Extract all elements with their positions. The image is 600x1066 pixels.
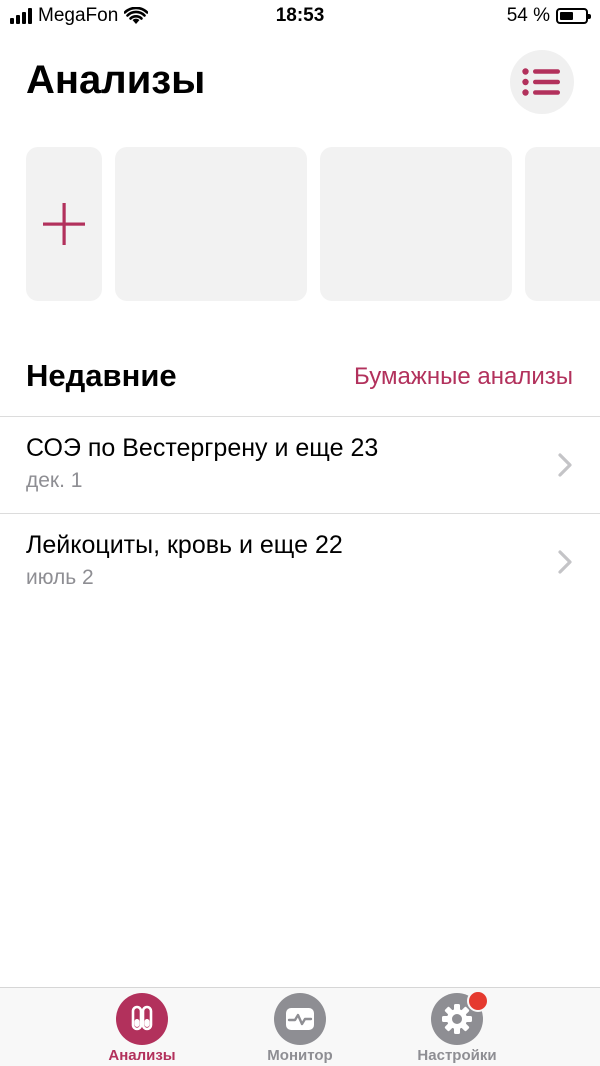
add-analysis-card[interactable]: [26, 147, 102, 301]
list-item-date: дек. 1: [26, 469, 83, 492]
battery-fill: [560, 12, 573, 20]
battery-percent: 54 %: [506, 5, 550, 26]
plus-icon: [43, 203, 85, 245]
battery-icon: [556, 8, 591, 24]
list-item-date: июль 2: [26, 566, 94, 589]
list-item[interactable]: СОЭ по Вестергрену и еще 23 дек. 1: [0, 417, 600, 514]
tab-monitor[interactable]: Монитор: [240, 993, 360, 1064]
chevron-right-icon: [558, 550, 572, 574]
status-right: 54 %: [506, 5, 591, 27]
analysis-card[interactable]: [115, 147, 307, 301]
paper-analyses-link[interactable]: Бумажные анализы: [354, 363, 573, 391]
status-bar: MegaFon 18:53 54 %: [0, 0, 600, 36]
monitor-pulse-icon: [274, 993, 326, 1045]
analysis-card[interactable]: [525, 147, 600, 301]
recent-list: СОЭ по Вестергрену и еще 23 дек. 1 Лейко…: [0, 416, 600, 610]
tab-settings[interactable]: Настройки: [397, 990, 517, 1064]
chevron-right-icon: [558, 453, 572, 477]
tab-analyses[interactable]: Анализы: [82, 993, 202, 1064]
tab-bar: Анализы Монитор Настройки: [0, 987, 600, 1066]
analysis-cards: [26, 147, 600, 301]
gear-icon: [431, 990, 489, 1045]
list-item[interactable]: Лейкоциты, кровь и еще 22 июль 2: [0, 514, 600, 610]
analysis-card[interactable]: [320, 147, 512, 301]
tab-label: Анализы: [108, 1047, 176, 1064]
test-tubes-icon: [116, 993, 168, 1045]
tab-label: Монитор: [267, 1047, 333, 1064]
notification-badge: [467, 990, 489, 1012]
list-icon: [522, 68, 560, 96]
page-title: Анализы: [26, 58, 206, 102]
tab-label: Настройки: [417, 1047, 497, 1064]
list-item-title: Лейкоциты, кровь и еще 22: [26, 531, 343, 559]
list-item-title: СОЭ по Вестергрену и еще 23: [26, 434, 379, 462]
menu-button[interactable]: [510, 50, 574, 114]
section-title-recent: Недавние: [26, 358, 177, 393]
